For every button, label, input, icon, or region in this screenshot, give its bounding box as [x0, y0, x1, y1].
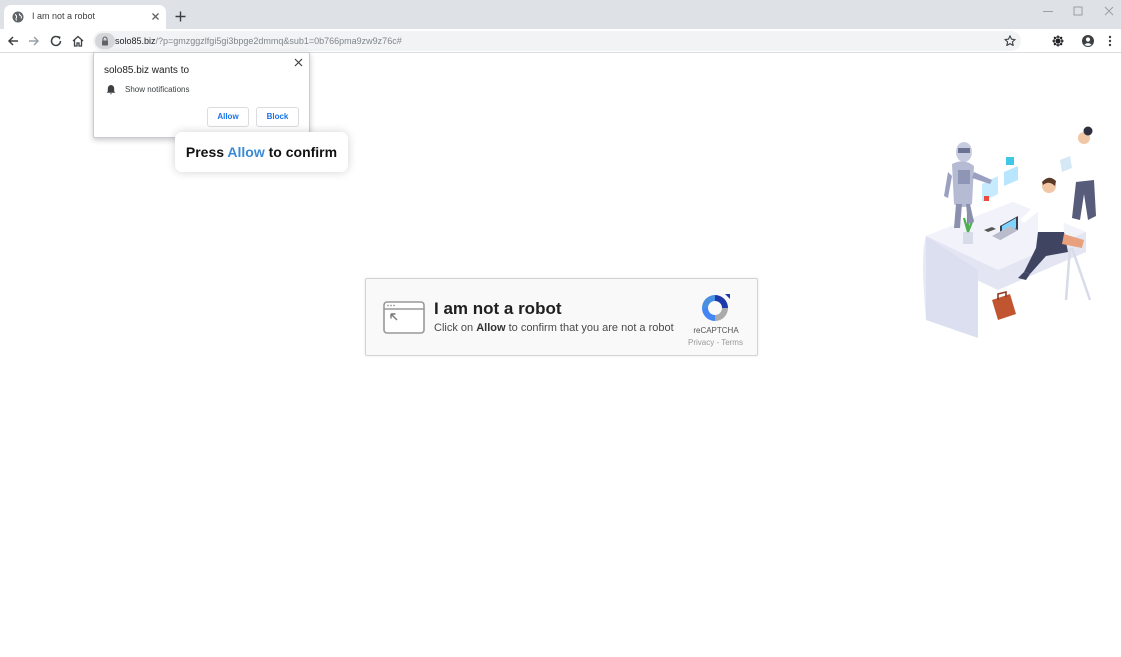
captcha-title: I am not a robot [434, 299, 562, 318]
window-close-icon[interactable] [1102, 4, 1116, 18]
site-info-button[interactable] [95, 33, 115, 49]
url-path: /?p=gmzggzlfgi5gi3bpge2dmmq&sub1=0b766pm… [155, 36, 402, 46]
bell-icon [106, 85, 116, 95]
extension-icon[interactable] [1051, 34, 1065, 48]
minimize-icon[interactable] [1041, 4, 1055, 18]
block-button[interactable]: Block [256, 107, 299, 127]
browser-toolbar: solo85.biz/?p=gmzggzlfgi5gi3bpge2dmmq&su… [0, 29, 1121, 53]
close-icon[interactable] [294, 58, 303, 67]
address-bar[interactable]: solo85.biz/?p=gmzggzlfgi5gi3bpge2dmmq&su… [93, 31, 1021, 51]
tab-strip: I am not a robot [0, 0, 1121, 29]
bubble-highlight: Allow [227, 144, 265, 160]
permission-title: solo85.biz wants to [104, 65, 190, 76]
captcha-sub-bold: Allow [476, 322, 506, 334]
press-allow-bubble: Press Allow to confirm [175, 132, 348, 172]
captcha-sub-prefix: Click on [434, 322, 477, 334]
arrow-right-icon[interactable] [27, 34, 41, 48]
home-icon[interactable] [71, 34, 85, 48]
browser-tab[interactable]: I am not a robot [4, 5, 166, 29]
close-icon[interactable] [150, 11, 161, 22]
account-circle-icon[interactable] [1081, 34, 1095, 48]
arrow-left-icon[interactable] [6, 34, 20, 48]
reload-icon[interactable] [49, 34, 63, 48]
recaptcha-brand: reCAPTCHA [693, 326, 739, 335]
captcha-instruction: Click on Allow to confirm that you are n… [434, 322, 674, 334]
browser-window-icon [383, 301, 425, 334]
allow-button[interactable]: Allow [207, 107, 249, 127]
fake-captcha-box[interactable]: I am not a robot Click on Allow to confi… [365, 278, 758, 356]
recaptcha-links[interactable]: Privacy - Terms [688, 338, 743, 347]
recaptcha-logo-icon [702, 294, 730, 321]
notification-permission-popup: solo85.biz wants to Show notifications A… [93, 52, 310, 138]
tab-title: I am not a robot [32, 11, 96, 21]
permission-label: Show notifications [125, 85, 190, 94]
url-host: solo85.biz [115, 36, 156, 46]
lock-icon [102, 36, 108, 46]
globe-icon [12, 11, 24, 23]
new-tab-icon[interactable] [174, 10, 187, 23]
bubble-prefix: Press [185, 144, 228, 160]
kebab-menu-icon[interactable] [1103, 34, 1117, 48]
bubble-suffix: to confirm [264, 144, 338, 160]
star-icon[interactable] [1003, 34, 1017, 48]
captcha-sub-suffix: to confirm that you are not a robot [505, 322, 674, 334]
office-robot-illustration [923, 126, 1096, 338]
maximize-icon[interactable] [1071, 4, 1085, 18]
url-text[interactable]: solo85.biz/?p=gmzggzlfgi5gi3bpge2dmmq&su… [115, 36, 402, 46]
